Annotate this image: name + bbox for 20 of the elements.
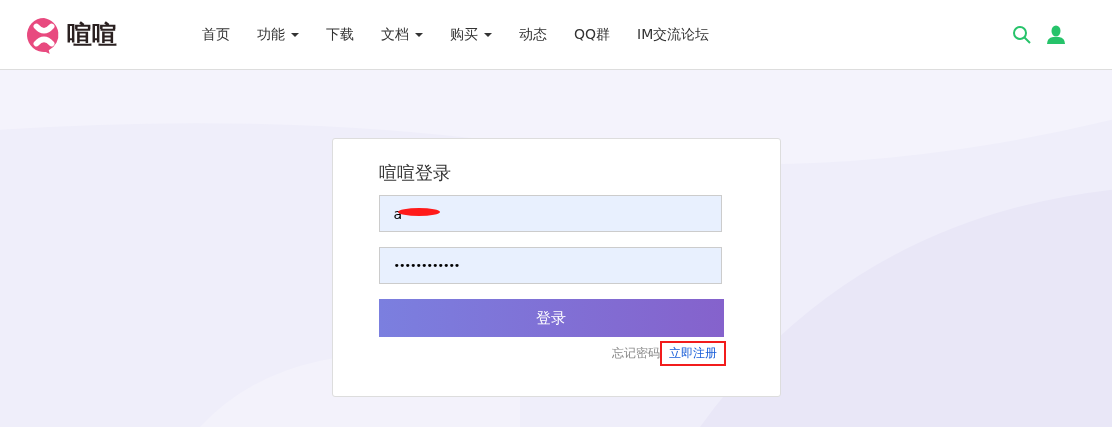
nav-link[interactable]: 文档 [381, 25, 423, 44]
password-field[interactable]: •••••••••••• [378, 247, 722, 284]
caret-icon [484, 32, 492, 37]
nav-link[interactable]: 购买 [450, 25, 492, 44]
nav-link[interactable]: 动态 [519, 25, 547, 44]
login-button[interactable]: 登录 [378, 299, 724, 337]
search-icon[interactable] [1012, 24, 1032, 45]
register-link[interactable]: 立即注册 [659, 341, 726, 366]
nav-link[interactable]: IM交流论坛 [637, 25, 710, 44]
username-field[interactable]: a [378, 195, 722, 232]
nav-link[interactable]: QQ群 [574, 25, 611, 44]
nav-link[interactable]: 下载 [326, 25, 354, 44]
logo-text[interactable]: 喧喧 [67, 18, 117, 51]
user-icon[interactable] [1046, 24, 1066, 45]
forgot-password-link[interactable]: 忘记密码 [611, 345, 660, 362]
caret-icon [415, 32, 423, 37]
nav-link[interactable]: 首页 [202, 25, 230, 44]
caret-icon [291, 32, 299, 37]
nav-link[interactable]: 功能 [257, 25, 299, 44]
login-title: 喧喧登录 [378, 161, 452, 185]
